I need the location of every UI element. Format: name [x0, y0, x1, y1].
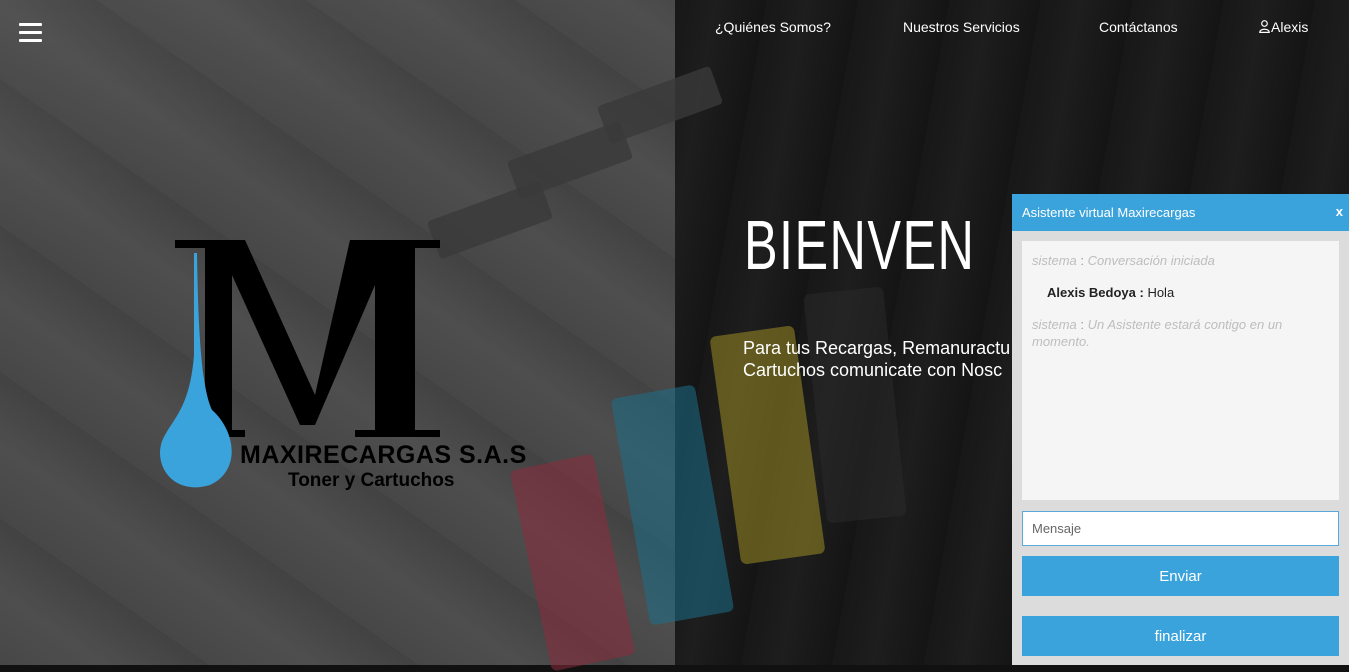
finish-button[interactable]: finalizar — [1022, 616, 1339, 656]
chat-message: sistema : Conversación iniciada — [1032, 253, 1215, 268]
chat-message: Alexis Bedoya : Hola — [1047, 285, 1175, 300]
hero-text-line: Para tus Recargas, Remanuractu — [743, 338, 1011, 358]
chat-message-input[interactable] — [1022, 511, 1339, 546]
user-name: Alexis — [1271, 19, 1309, 35]
nav-link-contacto[interactable]: Contáctanos — [1099, 19, 1178, 35]
user-icon — [1259, 20, 1270, 33]
send-button[interactable]: Enviar — [1022, 556, 1339, 596]
nav-link-quienes-somos[interactable]: ¿Quiénes Somos? — [715, 19, 831, 35]
nav-link-user[interactable]: Alexis — [1259, 19, 1308, 35]
chat-message: sistema : Un Asistente estará contigo en… — [1032, 317, 1283, 349]
chat-close-button[interactable]: x — [1336, 204, 1343, 219]
hero-text-line: Cartuchos comunicate con Nosc — [743, 360, 1003, 380]
top-nav: ¿Quiénes Somos? Nuestros Servicios Contá… — [0, 19, 1349, 39]
hero-text: Para tus Recargas, Remanuractu Cartuchos… — [743, 337, 1018, 381]
hero-title: BIENVEN — [744, 206, 976, 284]
brand-tagline: Toner y Cartuchos — [288, 470, 455, 491]
brand-name: MAXIRECARGAS S.A.S — [240, 441, 527, 469]
chat-title: Asistente virtual Maxirecargas — [1022, 205, 1196, 220]
chat-header: Asistente virtual Maxirecargas x — [1012, 194, 1349, 231]
nav-link-servicios[interactable]: Nuestros Servicios — [903, 19, 1020, 35]
chat-widget: Asistente virtual Maxirecargas x sistema… — [1012, 194, 1349, 665]
chat-log: sistema : Conversación iniciada Alexis B… — [1022, 241, 1339, 500]
